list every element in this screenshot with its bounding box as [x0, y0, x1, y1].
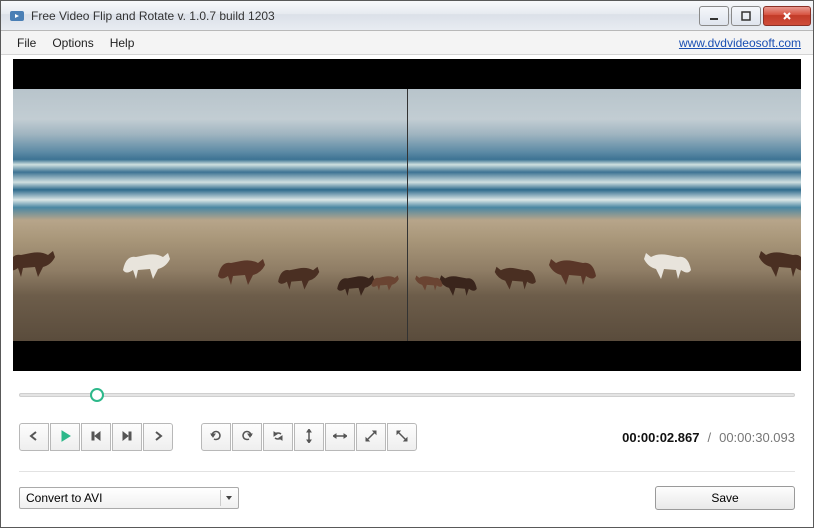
menu-help[interactable]: Help	[102, 33, 143, 53]
playback-group	[19, 423, 173, 451]
time-display: 00:00:02.867 / 00:00:30.093	[622, 430, 795, 445]
controls-row: 00:00:02.867 / 00:00:30.093	[13, 423, 801, 451]
rotate-cw-button[interactable]	[232, 423, 262, 451]
window-controls	[699, 6, 811, 26]
window-title: Free Video Flip and Rotate v. 1.0.7 buil…	[31, 9, 699, 23]
format-select-value: Convert to AVI	[26, 491, 102, 505]
video-flipped	[407, 59, 801, 371]
save-button[interactable]: Save	[655, 486, 795, 510]
prev-button[interactable]	[19, 423, 49, 451]
format-select[interactable]: Convert to AVI	[19, 487, 239, 509]
titlebar: Free Video Flip and Rotate v. 1.0.7 buil…	[1, 1, 813, 31]
rotate-180-button[interactable]	[263, 423, 293, 451]
video-preview	[13, 59, 801, 371]
content-area: 00:00:02.867 / 00:00:30.093 Convert to A…	[1, 55, 813, 527]
flip-horizontal-button[interactable]	[325, 423, 355, 451]
video-divider	[407, 89, 408, 341]
app-window: Free Video Flip and Rotate v. 1.0.7 buil…	[0, 0, 814, 528]
chevron-down-icon	[220, 490, 236, 506]
arrow-left-icon	[27, 429, 41, 446]
flip-diagonal2-button[interactable]	[387, 423, 417, 451]
menubar: File Options Help www.dvdvideosoft.com	[1, 31, 813, 55]
app-icon	[9, 8, 25, 24]
site-link[interactable]: www.dvdvideosoft.com	[679, 36, 805, 50]
bottom-row: Convert to AVI Save	[13, 486, 801, 510]
frame-forward-button[interactable]	[112, 423, 142, 451]
close-button[interactable]	[763, 6, 811, 26]
arrow-right-icon	[151, 429, 165, 446]
time-total: 00:00:30.093	[719, 430, 795, 445]
play-icon	[58, 429, 72, 446]
rotate-ccw-icon	[209, 429, 223, 446]
minimize-button[interactable]	[699, 6, 729, 26]
divider	[19, 471, 795, 472]
flip-vertical-button[interactable]	[294, 423, 324, 451]
flip-horizontal-icon	[333, 429, 347, 446]
transform-group	[201, 423, 417, 451]
time-separator: /	[707, 430, 711, 445]
flip-diagonal1-button[interactable]	[356, 423, 386, 451]
menu-options[interactable]: Options	[44, 33, 101, 53]
next-button[interactable]	[143, 423, 173, 451]
play-button[interactable]	[50, 423, 80, 451]
step-forward-icon	[120, 429, 134, 446]
rotate-cw-icon	[240, 429, 254, 446]
frame-back-button[interactable]	[81, 423, 111, 451]
slider-thumb[interactable]	[90, 388, 104, 402]
time-current: 00:00:02.867	[622, 430, 699, 445]
flip-diag2-icon	[395, 429, 409, 446]
save-button-label: Save	[711, 491, 738, 505]
step-back-icon	[89, 429, 103, 446]
timeline-slider[interactable]	[13, 385, 801, 405]
rotate-180-icon	[271, 429, 285, 446]
rotate-ccw-button[interactable]	[201, 423, 231, 451]
menu-file[interactable]: File	[9, 33, 44, 53]
flip-vertical-icon	[302, 429, 316, 446]
flip-diag1-icon	[364, 429, 378, 446]
maximize-button[interactable]	[731, 6, 761, 26]
video-original	[13, 59, 407, 371]
